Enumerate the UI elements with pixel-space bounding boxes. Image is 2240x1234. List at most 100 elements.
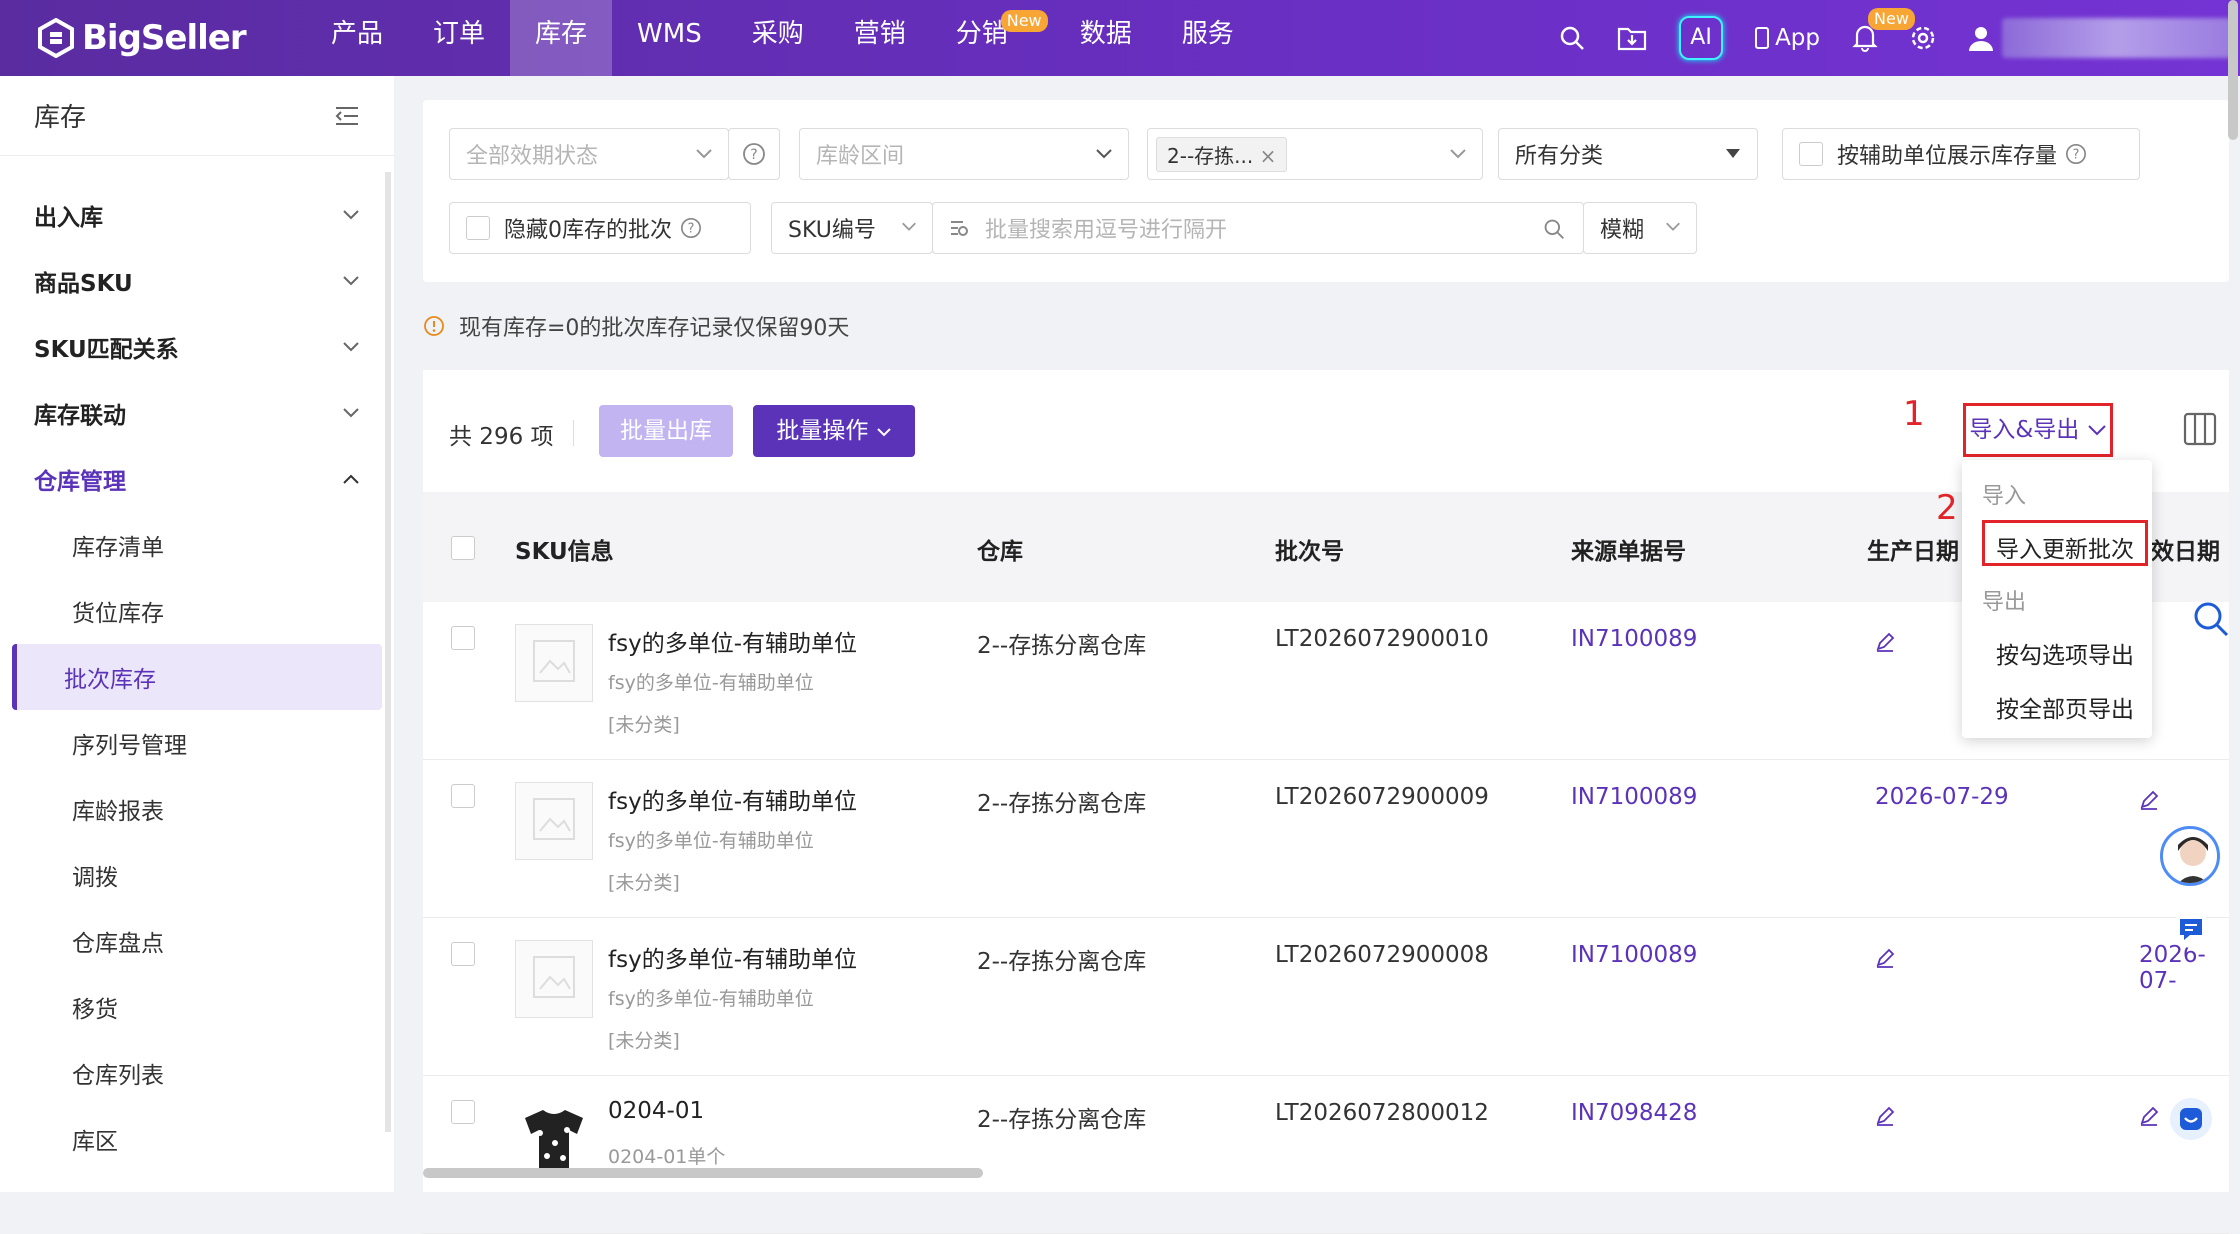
validity-status-select[interactable]: 全部效期状态: [449, 128, 729, 180]
import-export-button[interactable]: 导入&导出: [1963, 403, 2113, 457]
sidebar-item-zone[interactable]: 库区: [12, 1106, 382, 1172]
ai-label: AI: [1679, 16, 1724, 60]
close-icon[interactable]: ×: [1260, 144, 1277, 168]
category-select[interactable]: 所有分类: [1498, 128, 1758, 180]
sidebar-item-transfer[interactable]: 调拨: [12, 842, 382, 908]
batch-cell: LT2026072800012: [1275, 1100, 1489, 1126]
nav-item-wms[interactable]: WMS: [612, 0, 727, 76]
row-checkbox[interactable]: [451, 1100, 475, 1124]
folder-download-icon[interactable]: [1617, 25, 1647, 51]
table-row: fsy的多单位-有辅助单位 fsy的多单位-有辅助单位 [未分类] 2--存拣分…: [423, 602, 2229, 760]
nav-item-marketing[interactable]: 营销: [829, 0, 931, 76]
nav-item-product[interactable]: 产品: [306, 0, 408, 76]
svg-text:?: ?: [688, 222, 695, 237]
sidebar-item-batch-stock[interactable]: 批次库存: [12, 644, 382, 710]
sidebar-header: 库存: [0, 76, 394, 156]
settings-gear-icon[interactable]: [1910, 25, 1936, 51]
warehouse-select[interactable]: 2--存拣... ×: [1147, 128, 1483, 180]
logo-text: BigSeller: [82, 18, 247, 58]
search-icon[interactable]: [1543, 218, 1565, 240]
nav-item-purchase[interactable]: 采购: [727, 0, 829, 76]
warehouse-tag[interactable]: 2--存拣... ×: [1156, 136, 1288, 172]
select-all-checkbox[interactable]: [451, 536, 475, 560]
edit-pencil-icon[interactable]: [1875, 632, 1895, 652]
export-selected-item[interactable]: 按勾选项导出: [1996, 636, 2134, 670]
filter-panel: 全部效期状态 ? 库龄区间 2--存拣... × 所有分类 按辅助单位展示库存量…: [423, 100, 2229, 282]
sku-subtitle: fsy的多单位-有辅助单位: [608, 830, 814, 852]
match-mode-select[interactable]: 模糊: [1583, 202, 1697, 254]
hide-zero-label: 隐藏0库存的批次: [504, 218, 672, 243]
nav-item-distribution[interactable]: 分销 New: [931, 0, 1048, 76]
assistant-bot-icon[interactable]: [2170, 1098, 2212, 1140]
help-icon[interactable]: ?: [2065, 143, 2087, 165]
search-field-select[interactable]: SKU编号: [771, 202, 933, 254]
app-button[interactable]: App: [1755, 25, 1820, 51]
import-update-batch-item[interactable]: 导入更新批次: [1996, 530, 2134, 564]
user-name-blurred[interactable]: [2002, 18, 2232, 58]
sidebar-item-warehouse-list[interactable]: 仓库列表: [12, 1040, 382, 1106]
sidebar-item-age-report[interactable]: 库龄报表: [12, 776, 382, 842]
chevron-down-icon: [343, 276, 359, 286]
horizontal-scrollbar[interactable]: [423, 1168, 983, 1178]
top-right-tools: AI App New: [1559, 0, 2240, 76]
sku-name: 0204-01: [608, 1098, 705, 1124]
sidebar-item-location-stock[interactable]: 货位库存: [12, 578, 382, 644]
aux-unit-checkbox[interactable]: [1799, 142, 1823, 166]
row-checkbox[interactable]: [451, 626, 475, 650]
help-icon[interactable]: ?: [680, 217, 702, 239]
support-avatar[interactable]: [2160, 826, 2220, 886]
sidebar-group-sku-mapping[interactable]: SKU匹配关系: [0, 314, 394, 380]
no-image-placeholder: [515, 624, 593, 702]
search-icon[interactable]: [1559, 25, 1585, 51]
nav-item-data[interactable]: 数据: [1055, 0, 1157, 76]
age-range-select[interactable]: 库龄区间: [799, 128, 1129, 180]
sidebar-scrollbar[interactable]: [385, 172, 391, 1132]
logo[interactable]: BigSeller: [36, 18, 276, 58]
ai-button[interactable]: AI: [1679, 16, 1724, 60]
search-input[interactable]: 批量搜索用逗号进行隔开: [932, 202, 1584, 254]
vertical-scrollbar[interactable]: [2228, 0, 2238, 140]
source-link[interactable]: IN7098428: [1571, 1100, 1697, 1126]
row-checkbox[interactable]: [451, 784, 475, 808]
source-link[interactable]: IN7100089: [1571, 626, 1697, 652]
sidebar-group-warehouse[interactable]: 仓库管理: [0, 446, 394, 512]
sidebar-group-inout[interactable]: 出入库: [0, 182, 394, 248]
notification-bell-icon[interactable]: New: [1852, 8, 1915, 52]
source-link[interactable]: IN7100089: [1571, 942, 1697, 968]
sidebar-item-move-goods[interactable]: 移货: [12, 974, 382, 1040]
collapse-menu-icon[interactable]: [334, 105, 360, 127]
col-production-date: 生产日期: [1867, 539, 1959, 565]
user-icon[interactable]: [1968, 25, 1994, 51]
edit-pencil-icon[interactable]: [1875, 1106, 1895, 1126]
batch-operations-button[interactable]: 批量操作: [753, 405, 915, 457]
col-warehouse: 仓库: [977, 539, 1023, 565]
sidebar-group-sku[interactable]: 商品SKU: [0, 248, 394, 314]
sidebar-item-stocktake[interactable]: 仓库盘点: [12, 908, 382, 974]
export-all-item[interactable]: 按全部页导出: [1996, 690, 2134, 724]
batch-outbound-button[interactable]: 批量出库: [599, 405, 733, 457]
notice-text: 现有库存=0的批次库存记录仅保留90天: [459, 316, 850, 341]
validity-help-icon[interactable]: ?: [728, 128, 780, 180]
chat-bubble-icon[interactable]: [2166, 904, 2216, 954]
batch-cell: LT2026072900009: [1275, 784, 1489, 810]
sidebar-item-serial-number[interactable]: 序列号管理: [12, 710, 382, 776]
hide-zero-checkbox[interactable]: [466, 216, 490, 240]
aux-unit-toggle[interactable]: 按辅助单位展示库存量 ?: [1782, 128, 2140, 180]
edit-pencil-icon[interactable]: [2139, 790, 2159, 810]
chevron-down-icon: [696, 149, 712, 159]
nav-item-inventory[interactable]: 库存: [510, 0, 613, 76]
edit-pencil-icon[interactable]: [2139, 1106, 2159, 1126]
no-image-placeholder: [515, 940, 593, 1018]
row-checkbox[interactable]: [451, 942, 475, 966]
production-date-cell[interactable]: 2026-07-29: [1875, 784, 2009, 810]
warehouse-cell: 2--存拣分离仓库: [977, 633, 1147, 659]
sidebar-group-stock-sync[interactable]: 库存联动: [0, 380, 394, 446]
sidebar-item-stock-list[interactable]: 库存清单: [12, 512, 382, 578]
column-settings-icon[interactable]: [2183, 412, 2217, 446]
nav-item-service[interactable]: 服务: [1157, 0, 1259, 76]
edit-pencil-icon[interactable]: [1875, 948, 1895, 968]
nav-item-orders[interactable]: 订单: [408, 0, 510, 76]
search-icon[interactable]: [2192, 600, 2230, 638]
source-link[interactable]: IN7100089: [1571, 784, 1697, 810]
hide-zero-toggle[interactable]: 隐藏0库存的批次 ?: [449, 202, 751, 254]
